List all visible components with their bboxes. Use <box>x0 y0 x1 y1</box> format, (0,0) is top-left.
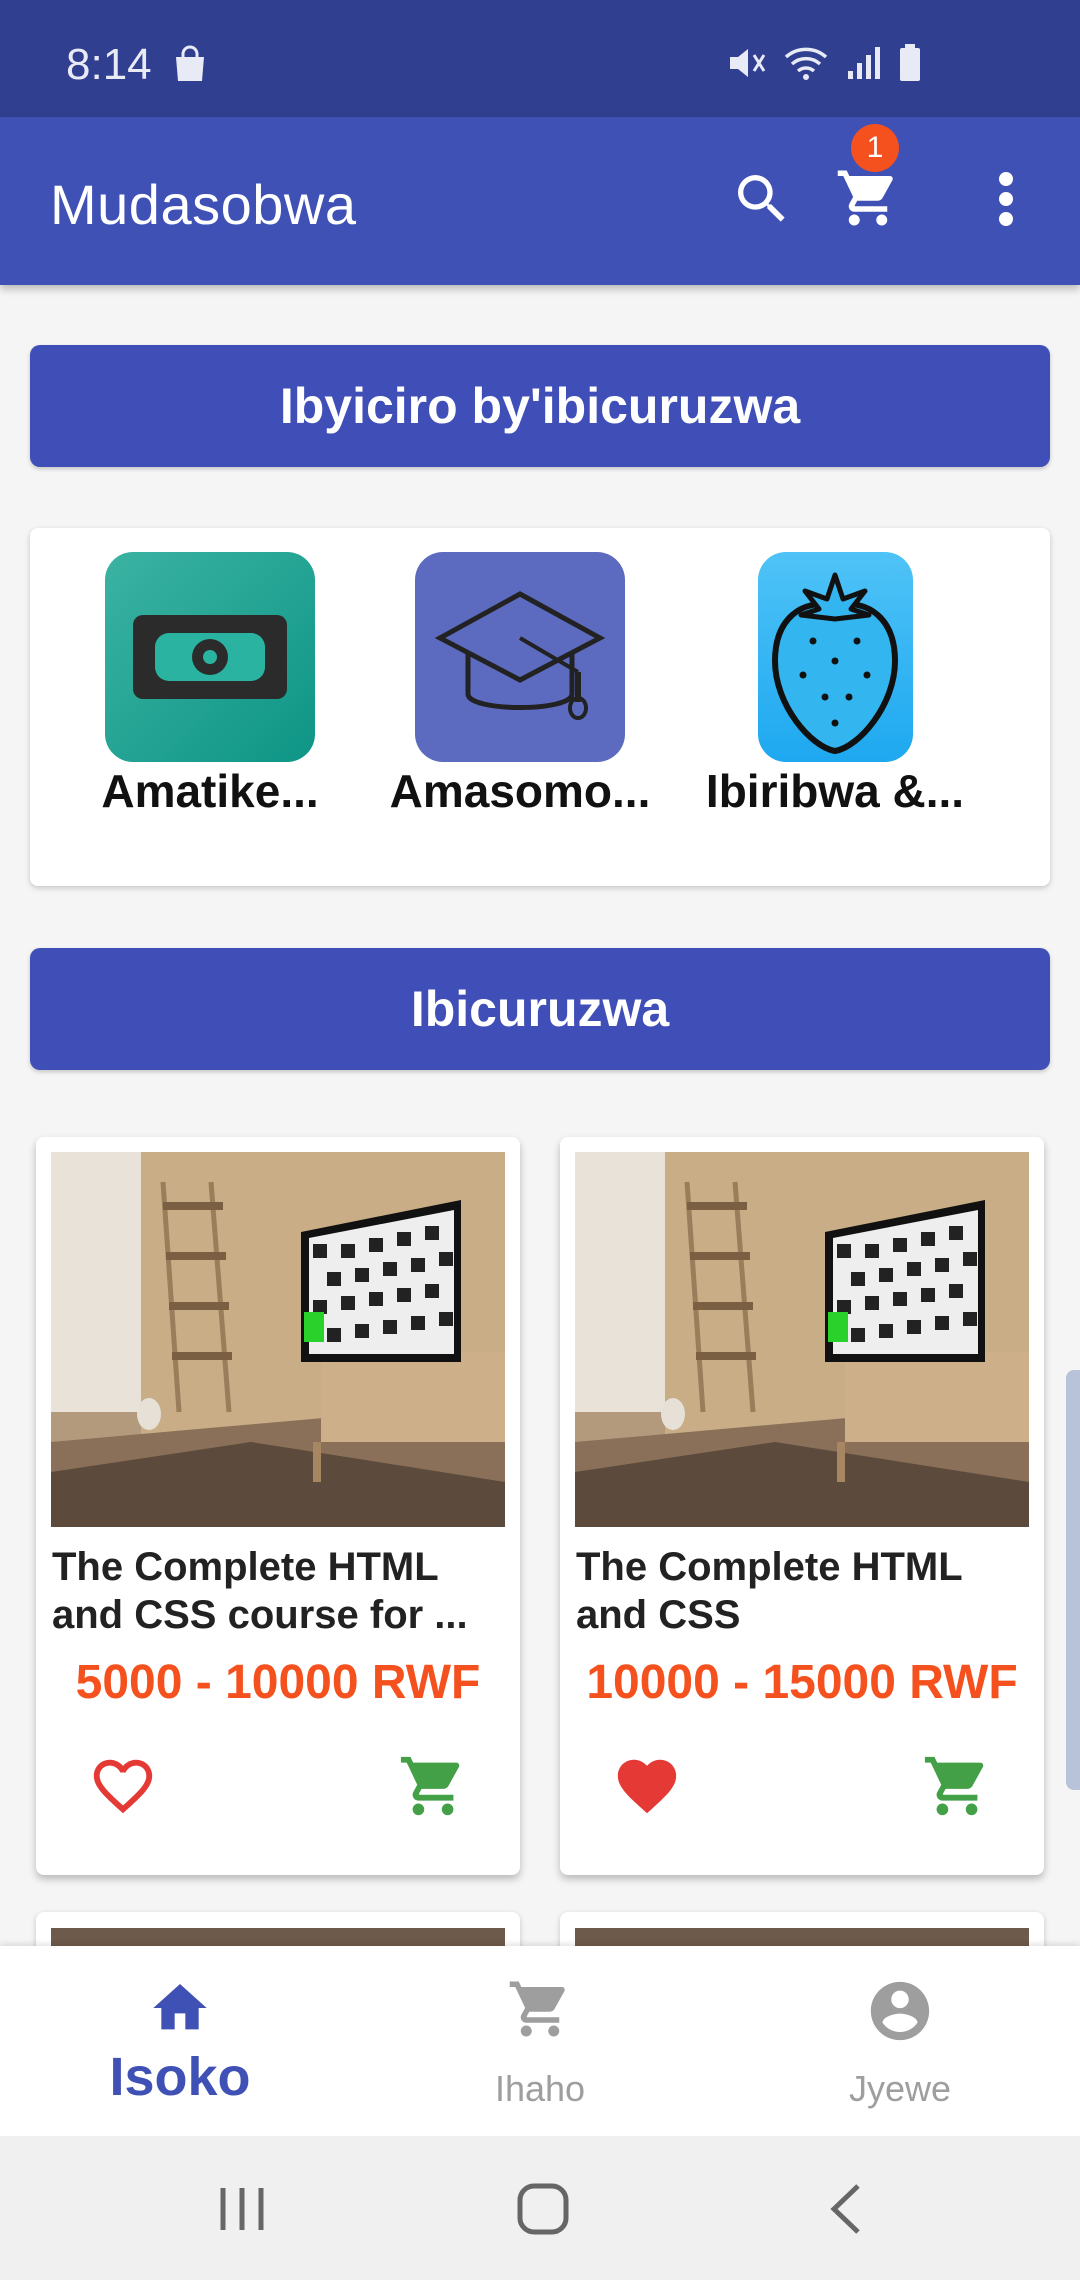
search-icon[interactable] <box>730 167 794 236</box>
product-card[interactable]: The Complete HTML and CSS course for ...… <box>36 1137 520 1875</box>
category-item-courses[interactable]: Amasomo... <box>370 552 670 818</box>
graduation-cap-icon <box>415 552 625 762</box>
product-price: 5000 - 10000 RWF <box>75 1656 481 1709</box>
home-button-icon[interactable] <box>516 2182 570 2241</box>
cart-icon <box>360 1976 720 2042</box>
status-time: 8:14 <box>66 40 152 89</box>
nav-label-home: Isoko <box>109 2047 251 2107</box>
nav-item-home[interactable]: Isoko <box>0 1946 360 2136</box>
mute-icon <box>726 45 766 86</box>
product-image <box>51 1152 505 1527</box>
product-title: The Complete HTML and CSS <box>576 1545 962 1637</box>
category-label: Ibiribwa &... <box>705 765 965 817</box>
category-label: Amasomo... <box>389 765 651 817</box>
product-price: 10000 - 15000 RWF <box>586 1656 1018 1709</box>
cart-badge: 1 <box>851 124 899 172</box>
system-navigation-bar <box>0 2136 1080 2280</box>
account-circle-icon <box>720 1976 1080 2046</box>
product-title: The Complete HTML and CSS course for ... <box>52 1545 468 1637</box>
nav-label-profile: Jyewe <box>848 2068 952 2109</box>
nav-item-profile[interactable]: Jyewe <box>720 1946 1080 2136</box>
ticket-icon <box>105 552 315 762</box>
cart-icon[interactable] <box>835 165 901 236</box>
app-title: Mudasobwa <box>50 173 357 236</box>
add-to-cart-icon[interactable] <box>398 1751 468 1826</box>
strawberry-icon <box>757 552 913 762</box>
signal-icon <box>846 45 882 86</box>
bottom-navigation: Isoko Ihaho Jyewe <box>0 1946 1080 2136</box>
category-item-tickets[interactable]: Amatike... <box>70 552 350 818</box>
status-bar: 8:14 <box>0 0 1080 117</box>
add-to-cart-icon[interactable] <box>922 1751 992 1826</box>
categories-header: Ibyiciro by'ibicuruzwa <box>30 345 1050 467</box>
heart-filled-icon[interactable] <box>612 1751 682 1826</box>
category-item-food[interactable]: Ibiribwa &... <box>670 552 1000 818</box>
shopping-bag-icon <box>172 45 208 88</box>
recent-apps-icon[interactable] <box>215 2182 269 2241</box>
product-image <box>575 1152 1029 1527</box>
categories-card: Amatike... Amasomo... Ibiribwa &... <box>30 528 1050 886</box>
overflow-menu-icon[interactable] <box>990 167 1022 236</box>
app-bar: Mudasobwa <box>0 117 1080 285</box>
wifi-icon <box>782 45 830 86</box>
products-header: Ibicuruzwa <box>30 948 1050 1070</box>
category-label: Amatike... <box>101 765 319 817</box>
nav-label-cart: Ihaho <box>494 2068 586 2109</box>
scrollbar-thumb[interactable] <box>1066 1370 1080 1790</box>
product-card[interactable]: The Complete HTML and CSS 10000 - 15000 … <box>560 1137 1044 1875</box>
back-icon[interactable] <box>822 2182 872 2241</box>
heart-outline-icon[interactable] <box>88 1751 158 1826</box>
battery-icon <box>898 44 922 87</box>
home-icon <box>0 1976 360 2040</box>
nav-item-cart[interactable]: Ihaho <box>360 1946 720 2136</box>
